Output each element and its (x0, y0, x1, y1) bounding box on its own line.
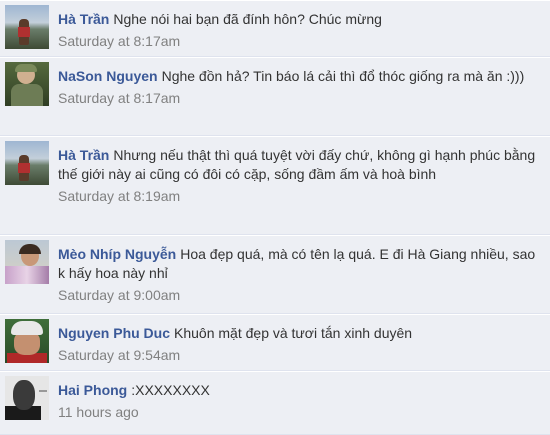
comment-list: Hà Trần Nghe nói hai bạn đã đính hôn? Chú… (0, 0, 550, 435)
comment-author-link[interactable]: Hà Trần (58, 11, 109, 27)
avatar[interactable] (5, 319, 49, 363)
comment-timestamp[interactable]: Saturday at 8:17am (58, 88, 542, 108)
comment-item: Mèo Nhíp Nguyễn Hoa đẹp quá, mà có tên lạ… (0, 235, 550, 314)
comment-text: Nghe đồn hả? Tin báo lá cải thì đổ thóc … (161, 68, 525, 84)
comment-text: Nhưng nếu thật thì quá tuyệt vời đấy chứ… (58, 147, 536, 182)
comment-timestamp[interactable]: Saturday at 8:17am (58, 31, 542, 51)
comment-body: NaSon Nguyen Nghe đồn hả? Tin báo lá cải … (58, 62, 542, 108)
comment-item: Nguyen Phu Duc Khuôn mặt đẹp và tươi tắn … (0, 314, 550, 371)
avatar[interactable] (5, 240, 49, 284)
comment-author-link[interactable]: Nguyen Phu Duc (58, 325, 170, 341)
comment-body: Hà Trần Nhưng nếu thật thì quá tuyệt vời … (58, 141, 542, 206)
comment-text: Khuôn mặt đẹp và tươi tắn xinh duyên (174, 325, 413, 341)
comment-item: NaSon Nguyen Nghe đồn hả? Tin báo lá cải … (0, 57, 550, 136)
comment-text: Nghe nói hai bạn đã đính hôn? Chúc mừng (113, 11, 382, 27)
comment-item: Hà Trần Nhưng nếu thật thì quá tuyệt vời … (0, 136, 550, 235)
comment-body: Hai Phong:XXXXXXXX 11 hours ago (58, 376, 542, 422)
avatar[interactable] (5, 5, 49, 49)
avatar[interactable] (5, 62, 49, 106)
comment-body: Mèo Nhíp Nguyễn Hoa đẹp quá, mà có tên lạ… (58, 240, 542, 305)
comment-timestamp[interactable]: Saturday at 9:54am (58, 345, 542, 365)
comment-text: :XXXXXXXX (131, 382, 210, 398)
avatar[interactable] (5, 141, 49, 185)
comment-author-link[interactable]: NaSon Nguyen (58, 68, 158, 84)
comment-author-link[interactable]: Hà Trần (58, 147, 109, 163)
comment-item: Hai Phong:XXXXXXXX 11 hours ago (0, 371, 550, 435)
comment-author-link[interactable]: Hai Phong (58, 382, 127, 398)
comment-body: Hà Trần Nghe nói hai bạn đã đính hôn? Chú… (58, 5, 542, 51)
comment-timestamp[interactable]: Saturday at 9:00am (58, 285, 542, 305)
comment-body: Nguyen Phu Duc Khuôn mặt đẹp và tươi tắn … (58, 319, 542, 365)
comment-timestamp[interactable]: 11 hours ago (58, 402, 542, 422)
comment-timestamp[interactable]: Saturday at 8:19am (58, 186, 542, 206)
avatar[interactable] (5, 376, 49, 420)
comment-item: Hà Trần Nghe nói hai bạn đã đính hôn? Chú… (0, 0, 550, 57)
comment-author-link[interactable]: Mèo Nhíp Nguyễn (58, 246, 176, 262)
